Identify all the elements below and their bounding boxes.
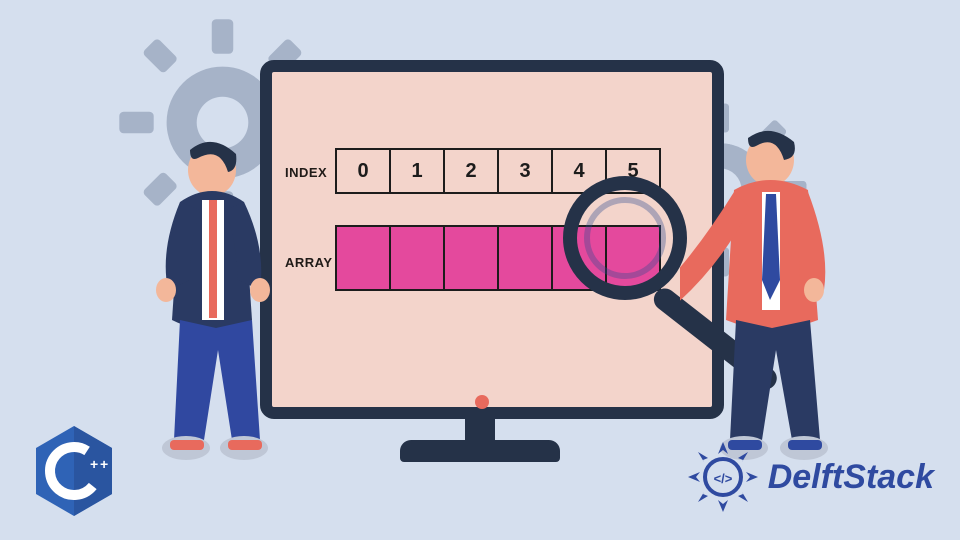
delftstack-logo-icon: </> (686, 440, 760, 514)
array-cell (337, 227, 389, 289)
cpp-logo-icon: + + (32, 424, 116, 518)
svg-text:+: + (90, 456, 98, 472)
array-row (335, 225, 661, 291)
index-cell: 3 (497, 150, 551, 192)
index-cell: 2 (443, 150, 497, 192)
index-cell: 0 (337, 150, 389, 192)
person-left-illustration (120, 140, 300, 470)
index-cell: 1 (389, 150, 443, 192)
index-cell: 5 (605, 150, 659, 192)
index-row: 0 1 2 3 4 5 (335, 148, 661, 194)
array-cell (605, 227, 659, 289)
svg-text:+: + (100, 456, 108, 472)
array-cell (551, 227, 605, 289)
array-cell (497, 227, 551, 289)
index-cell: 4 (551, 150, 605, 192)
delftstack-text: DelftStack (768, 458, 934, 497)
delftstack-brand: </> DelftStack (686, 440, 934, 514)
svg-text:</>: </> (713, 471, 732, 486)
array-cell (443, 227, 497, 289)
array-cell (389, 227, 443, 289)
monitor-stand (400, 440, 560, 462)
person-right-illustration (680, 130, 880, 470)
monitor-power-button (475, 395, 489, 409)
